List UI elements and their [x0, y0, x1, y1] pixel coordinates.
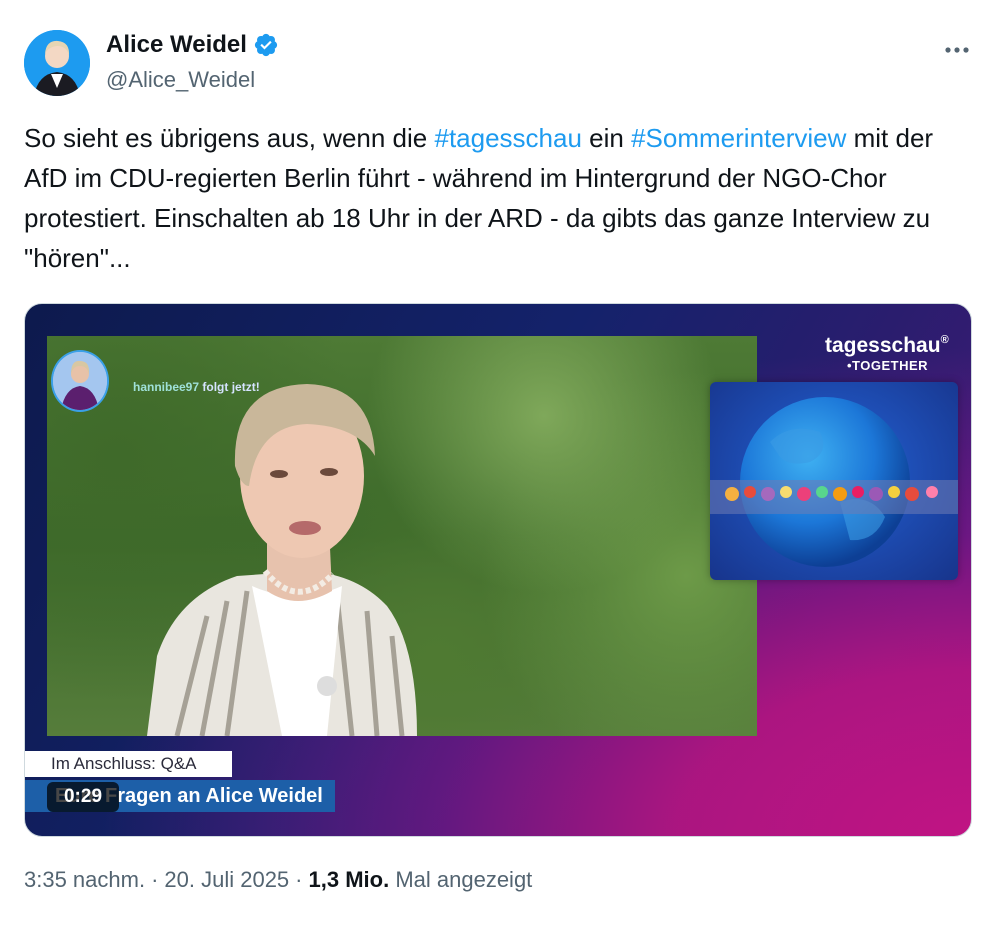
interviewee-figure: [147, 384, 417, 736]
video-timer: 0:29: [47, 782, 119, 812]
avatar-image: [24, 30, 90, 96]
follow-label: folgt jetzt!: [202, 380, 260, 394]
globe-graphic: [710, 382, 958, 580]
meta-separator: ·: [151, 867, 159, 892]
follower-name: hannibee97: [133, 380, 200, 394]
follow-notification: hannibee97 folgt jetzt!: [133, 380, 260, 394]
tagesschau-logo: tagesschau®: [825, 334, 949, 358]
author-handle[interactable]: @Alice_Weidel: [106, 67, 255, 93]
author-name[interactable]: Alice Weidel: [106, 31, 247, 59]
verified-badge-icon: [254, 33, 278, 57]
brand-name: tagesschau: [825, 334, 941, 357]
more-horizontal-icon[interactable]: [944, 30, 970, 61]
post-date[interactable]: 20. Juli 2025: [164, 867, 289, 893]
brand-registered: ®: [940, 334, 949, 346]
tweet-text-intro: So sieht es übrigens aus, wenn die: [24, 123, 435, 153]
video-player[interactable]: hannibee97 folgt jetzt! tagesschau® •TOG…: [24, 303, 972, 837]
tweet-text: So sieht es übrigens aus, wenn die #tage…: [24, 118, 964, 278]
lower-third-tag: Im Anschluss: Q&A: [25, 751, 232, 777]
view-count-label: Mal angezeigt: [395, 867, 533, 892]
meta-separator: ·: [295, 867, 303, 892]
hashtag-link-sommerinterview[interactable]: #Sommerinterview: [631, 123, 846, 153]
view-count: 1,3 Mio.: [308, 867, 390, 892]
streamer-avatar: [51, 350, 109, 412]
hashtag-link-tagesschau[interactable]: #tagesschau: [434, 123, 581, 153]
video-frame: hannibee97 folgt jetzt!: [47, 336, 757, 736]
post-time[interactable]: 3:35 nachm.: [24, 867, 145, 893]
tweet-meta: 3:35 nachm. · 20. Juli 2025 · 1,3 Mio. M…: [24, 867, 532, 893]
author-avatar[interactable]: [24, 30, 90, 96]
brand-subtitle: •TOGETHER: [847, 358, 929, 373]
tweet-text-connector: ein: [581, 123, 632, 153]
